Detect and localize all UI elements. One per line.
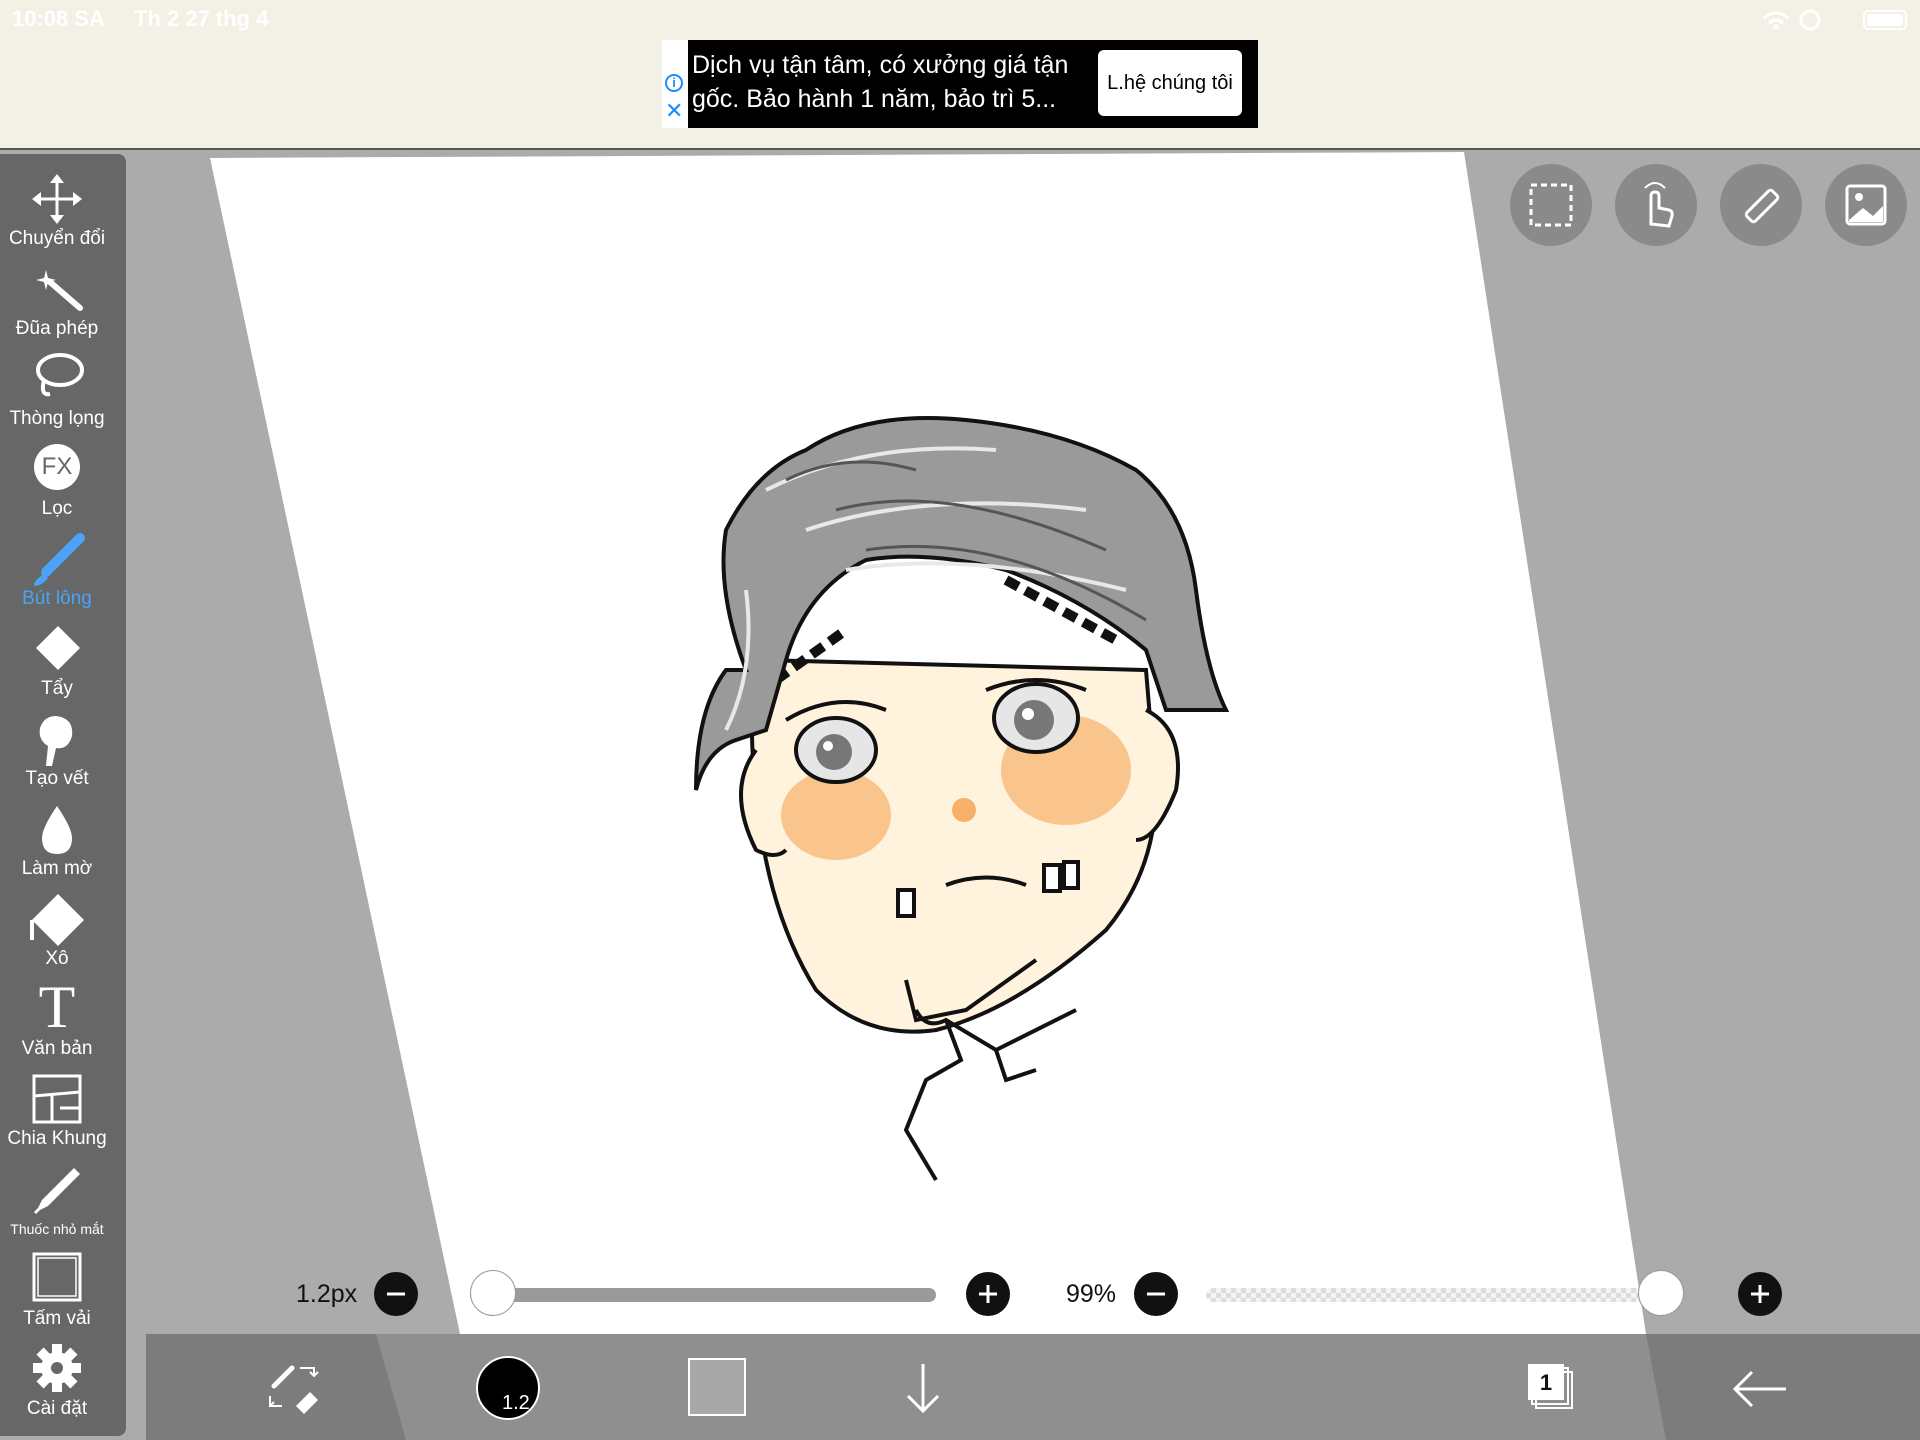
tool-frame-divider[interactable]: Chia Khung xyxy=(0,1070,114,1150)
tool-filter[interactable]: FX Lọc xyxy=(0,440,114,520)
tool-label: Thuốc nhỏ mắt xyxy=(10,1221,104,1237)
tool-bucket[interactable]: Xô xyxy=(0,890,114,970)
swap-tools-button[interactable] xyxy=(266,1360,326,1416)
minus-icon xyxy=(1147,1292,1165,1296)
status-bar: 10:08 SA Th 2 27 thg 4 xyxy=(0,0,1920,40)
opacity-slider-thumb[interactable] xyxy=(1638,1270,1685,1316)
brush-size-decrease-button[interactable] xyxy=(374,1272,418,1316)
tool-label: Tạo vết xyxy=(25,768,89,789)
tool-transform[interactable]: Chuyển đổi xyxy=(0,170,114,250)
tool-blur[interactable]: Làm mờ xyxy=(0,800,114,880)
brush-size-label: 1.2px xyxy=(296,1280,358,1308)
primary-color-button[interactable]: 1.2 xyxy=(476,1356,540,1420)
layers-button[interactable]: 1 xyxy=(1526,1362,1580,1416)
opacity-increase-button[interactable] xyxy=(1738,1272,1782,1316)
tool-label: Xô xyxy=(45,948,69,969)
ad-info-panel: i ✕ xyxy=(662,40,688,128)
tool-label: Chia Khung xyxy=(7,1128,107,1149)
opacity-label: 99% xyxy=(1066,1280,1117,1308)
plus-icon xyxy=(979,1285,997,1303)
selection-icon xyxy=(1529,183,1573,227)
arrow-down-icon xyxy=(906,1364,940,1414)
tool-label: Lọc xyxy=(41,498,73,519)
arrow-left-icon xyxy=(1732,1370,1786,1408)
tool-eyedropper[interactable]: Thuốc nhỏ mắt xyxy=(0,1160,114,1240)
layers-count: 1 xyxy=(1539,1370,1553,1395)
swap-brush-eraser-icon xyxy=(269,1365,319,1414)
drawing-canvas[interactable] xyxy=(146,150,1920,1334)
fx-icon: FX xyxy=(34,444,80,490)
hand-touch-icon xyxy=(1644,182,1674,228)
plus-icon xyxy=(1751,1285,1769,1303)
ruler-button[interactable] xyxy=(1720,164,1802,246)
status-icons xyxy=(1763,9,1907,31)
lasso-icon xyxy=(36,353,84,397)
tool-brush[interactable]: Bút lông xyxy=(0,530,114,610)
tool-label: Văn bản xyxy=(21,1038,93,1059)
ruler-icon xyxy=(1744,188,1780,224)
opacity-slider[interactable] xyxy=(1206,1288,1666,1302)
eraser-icon xyxy=(36,626,80,670)
tool-label: Tẩy xyxy=(41,678,73,699)
frame-divider-icon xyxy=(32,1074,82,1124)
tool-sidebar: Chuyển đổi Đũa phép Thòng lọng FX Lọc Bú… xyxy=(0,154,126,1436)
secondary-color-button[interactable] xyxy=(688,1358,746,1416)
tool-text[interactable]: T Văn bản xyxy=(0,976,114,1060)
tool-magic-wand[interactable]: Đũa phép xyxy=(0,260,114,340)
image-button[interactable] xyxy=(1825,164,1907,246)
status-time: 10:08 SA xyxy=(12,6,105,31)
gear-icon xyxy=(33,1344,81,1392)
ad-cta-button[interactable]: L.hệ chúng tôi xyxy=(1098,50,1242,116)
tool-lasso[interactable]: Thòng lọng xyxy=(0,350,114,430)
magic-wand-icon xyxy=(36,270,83,311)
minus-icon xyxy=(387,1292,405,1296)
water-drop-icon xyxy=(42,806,72,854)
image-icon xyxy=(1845,184,1887,226)
brush-size-badge: 1.2 xyxy=(502,1392,530,1414)
tool-label: Làm mờ xyxy=(21,858,93,879)
brush-size-increase-button[interactable] xyxy=(966,1272,1010,1316)
tool-label: Chuyển đổi xyxy=(8,228,106,249)
tool-smudge[interactable]: Tạo vết xyxy=(0,710,114,790)
eyedropper-icon xyxy=(34,1168,80,1214)
status-date: Th 2 27 thg 4 xyxy=(134,6,269,31)
tool-label: Bút lông xyxy=(22,588,92,609)
tool-label: Cài đặt xyxy=(26,1398,88,1419)
selection-button[interactable] xyxy=(1510,164,1592,246)
bottom-toolbar: 1.2 1 xyxy=(146,1334,1920,1440)
text-icon: T xyxy=(38,974,76,1040)
tool-label: Thòng lọng xyxy=(9,408,105,429)
merge-down-button[interactable] xyxy=(898,1358,948,1418)
ad-text: Dịch vụ tận tâm, có xưởng giá tận gốc. B… xyxy=(692,51,1069,113)
ad-banner[interactable]: i ✕ Dịch vụ tận tâm, có xưởng giá tận gố… xyxy=(662,40,1258,128)
tool-eraser[interactable]: Tẩy xyxy=(0,620,114,700)
smudge-icon xyxy=(39,716,73,766)
canvas-area[interactable] xyxy=(146,150,1920,1334)
tool-settings[interactable]: Cài đặt xyxy=(0,1340,114,1420)
info-icon[interactable]: i xyxy=(665,74,683,92)
move-arrows-icon xyxy=(32,174,82,224)
close-icon[interactable]: ✕ xyxy=(665,100,683,122)
opacity-decrease-button[interactable] xyxy=(1134,1272,1178,1316)
slider-row: 1.2px 99% xyxy=(0,1252,1920,1332)
brush-icon xyxy=(34,533,85,586)
bucket-icon xyxy=(30,894,84,946)
brush-size-slider[interactable] xyxy=(470,1288,936,1302)
bottom-toolbar-background xyxy=(146,1334,1920,1440)
back-button[interactable] xyxy=(1730,1362,1790,1416)
touch-button[interactable] xyxy=(1615,164,1697,246)
brush-size-slider-thumb[interactable] xyxy=(470,1270,517,1316)
tool-label: Đũa phép xyxy=(15,318,99,339)
